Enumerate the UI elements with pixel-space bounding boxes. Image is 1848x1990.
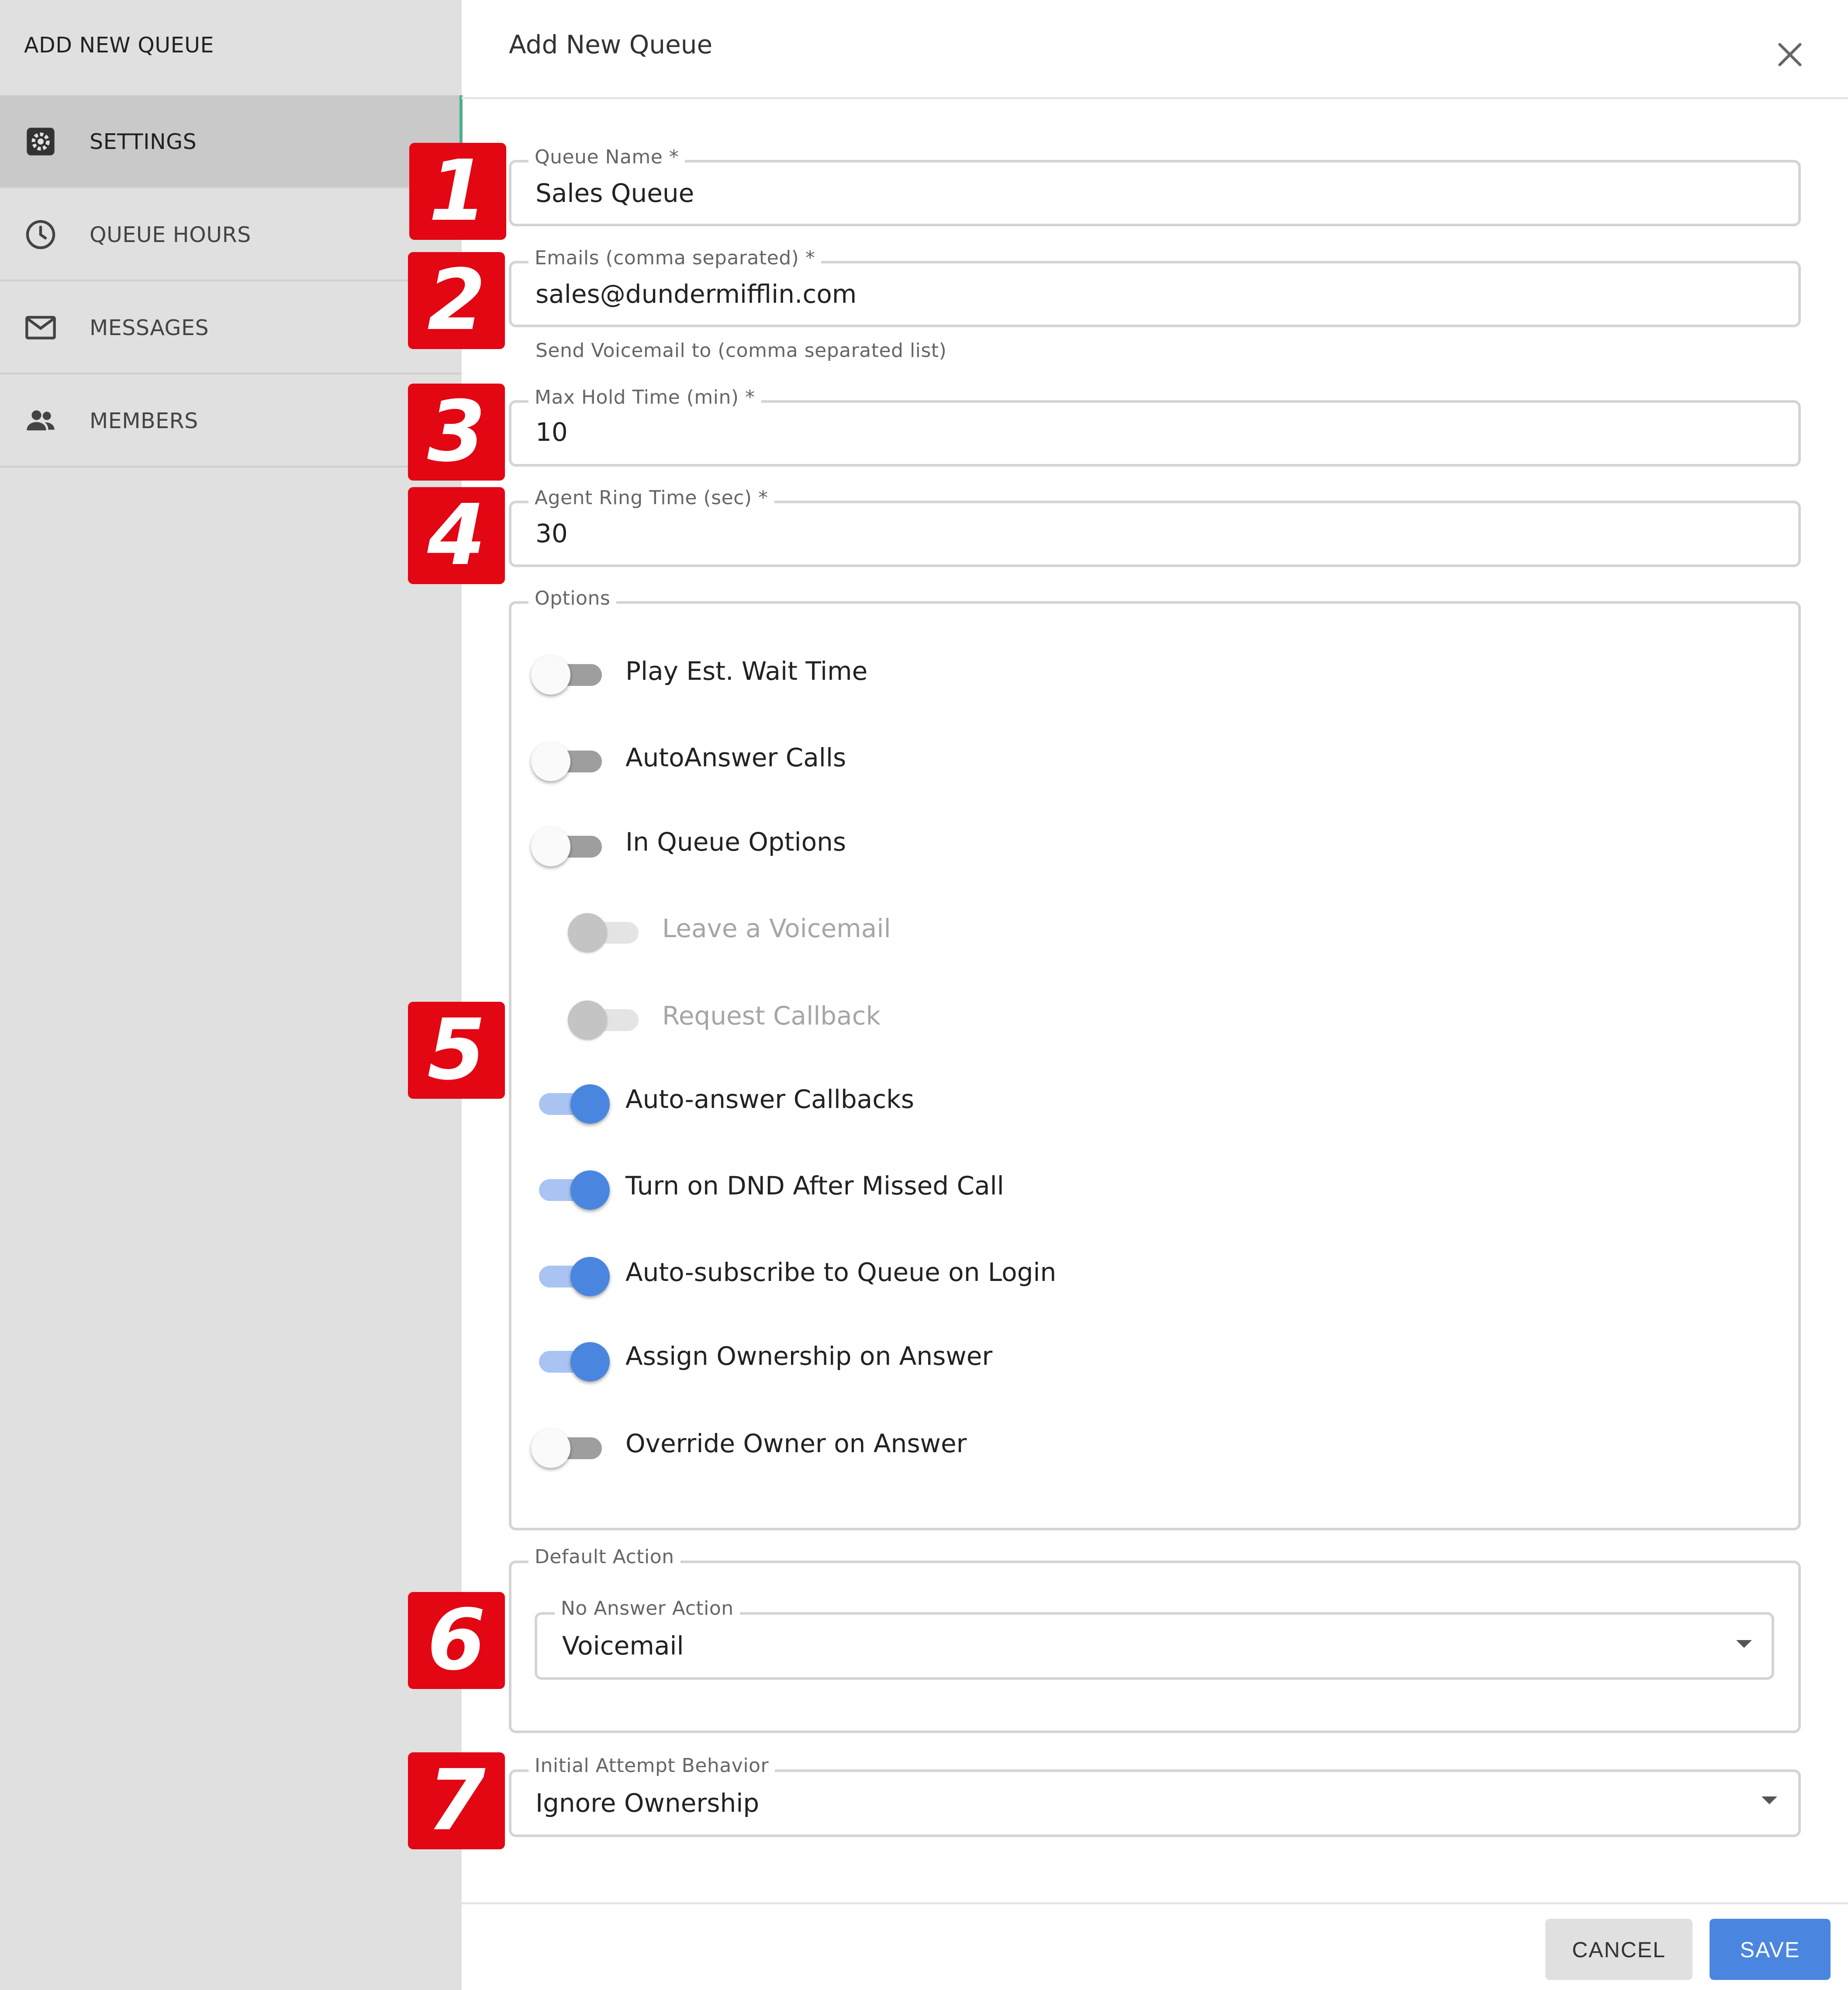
sidebar-item-messages[interactable]: MESSAGES [0, 281, 462, 374]
close-icon[interactable] [1775, 39, 1805, 70]
gear-icon [27, 128, 55, 156]
option-label: AutoAnswer Calls [625, 743, 846, 772]
option-label: Auto-answer Callbacks [625, 1084, 914, 1114]
dialog-header: Add New Queue [462, 0, 1848, 99]
queue-name-field[interactable] [509, 160, 1801, 226]
sidebar-item-queue-hours[interactable]: QUEUE HOURS [0, 188, 462, 281]
options-legend: Options [528, 587, 617, 609]
toggle-request-callback[interactable] [568, 996, 646, 1040]
no-answer-action-label: No Answer Action [555, 1597, 740, 1620]
sidebar-header: ADD NEW QUEUE [0, 0, 462, 95]
no-answer-action-select[interactable] [535, 1612, 1774, 1680]
annotation-badge: 7 [408, 1752, 505, 1849]
toggle-autoanswer-calls[interactable] [531, 737, 610, 781]
annotation-badge: 4 [408, 487, 505, 584]
option-label: Play Est. Wait Time [625, 656, 868, 686]
max-hold-time-label: Max Hold Time (min) * [528, 386, 761, 408]
option-label: Override Owner on Answer [625, 1429, 967, 1458]
annotation-badge: 1 [409, 143, 506, 240]
sidebar-item-label: QUEUE HOURS [90, 222, 251, 247]
queue-name-value[interactable]: Sales Queue [535, 178, 694, 208]
toggle-leave-a-voicemail[interactable] [568, 909, 646, 952]
agent-ring-time-label: Agent Ring Time (sec) * [528, 487, 774, 509]
toggle-assign-ownership-on-answer[interactable] [531, 1338, 610, 1381]
mail-icon [25, 316, 56, 339]
emails-helper-text: Send Voicemail to (comma separated list) [535, 339, 947, 362]
annotation-badge: 2 [408, 252, 505, 349]
toggle-auto-answer-callbacks[interactable] [531, 1080, 610, 1124]
toggle-dnd-after-missed-call[interactable] [531, 1166, 610, 1210]
annotation-badge: 5 [408, 1002, 505, 1099]
default-action-legend: Default Action [528, 1546, 680, 1568]
max-hold-time-value[interactable]: 10 [535, 417, 568, 447]
agent-ring-time-field[interactable] [509, 501, 1801, 567]
option-label: Assign Ownership on Answer [625, 1341, 993, 1371]
sidebar-item-label: SETTINGS [90, 129, 197, 154]
option-label: In Queue Options [625, 827, 846, 857]
dialog-title: Add New Queue [509, 30, 713, 59]
annotation-badge: 3 [408, 384, 505, 481]
toggle-auto-subscribe-on-login[interactable] [531, 1253, 610, 1296]
chevron-down-icon[interactable] [1762, 1796, 1777, 1804]
save-button[interactable]: SAVE [1710, 1919, 1831, 1980]
emails-value[interactable]: sales@dundermifflin.com [535, 279, 857, 309]
footer-divider [462, 1902, 1848, 1904]
sidebar-item-label: MESSAGES [90, 315, 209, 340]
toggle-play-est-wait-time[interactable] [531, 651, 610, 695]
initial-attempt-behavior-value[interactable]: Ignore Ownership [535, 1788, 759, 1818]
option-label: Request Callback [662, 1001, 881, 1031]
options-fieldset [509, 601, 1801, 1530]
option-label: Leave a Voicemail [662, 914, 891, 943]
emails-label: Emails (comma separated) * [528, 247, 822, 269]
chevron-down-icon[interactable] [1736, 1640, 1752, 1648]
sidebar-item-members[interactable]: MEMBERS [0, 374, 462, 467]
option-label: Turn on DND After Missed Call [625, 1171, 1004, 1201]
toggle-in-queue-options[interactable] [531, 823, 610, 866]
cancel-button[interactable]: CANCEL [1545, 1919, 1693, 1980]
queue-name-label: Queue Name * [528, 146, 685, 168]
sidebar-item-settings[interactable]: SETTINGS [0, 95, 462, 188]
sidebar: ADD NEW QUEUE SETTINGS QUEUE HOURS MESSA… [0, 0, 462, 1990]
people-icon [27, 410, 55, 431]
toggle-override-owner-on-answer[interactable] [531, 1424, 610, 1468]
clock-icon [26, 220, 55, 249]
annotation-badge: 6 [408, 1592, 505, 1689]
max-hold-time-field[interactable] [509, 400, 1801, 467]
agent-ring-time-value[interactable]: 30 [535, 519, 568, 548]
sidebar-item-label: MEMBERS [90, 408, 198, 433]
initial-attempt-behavior-label: Initial Attempt Behavior [528, 1755, 775, 1777]
no-answer-action-value[interactable]: Voicemail [562, 1631, 684, 1661]
option-label: Auto-subscribe to Queue on Login [625, 1257, 1057, 1287]
sidebar-title: ADD NEW QUEUE [24, 33, 214, 58]
